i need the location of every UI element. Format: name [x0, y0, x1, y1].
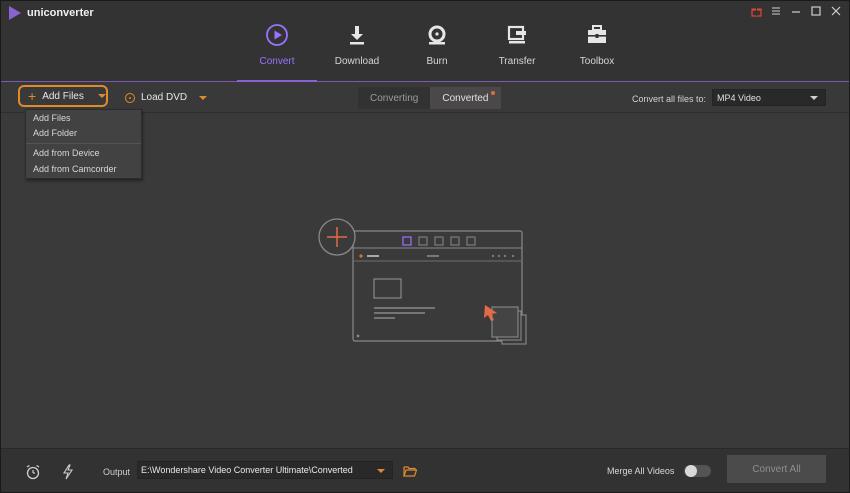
- menu-divider: [26, 143, 141, 144]
- minimize-icon[interactable]: [789, 4, 803, 18]
- menu-icon[interactable]: [769, 4, 783, 18]
- add-files-label: Add Files: [42, 90, 84, 102]
- nav-convert[interactable]: Convert: [237, 15, 317, 82]
- menu-item-add-folder[interactable]: Add Folder: [33, 128, 77, 138]
- folder-icon[interactable]: [403, 464, 418, 482]
- burn-icon: [423, 21, 451, 49]
- add-files-menu: Add Files Add Folder Add from Device Add…: [25, 109, 142, 179]
- top-bar: uniconverter Convert Download Burn Trans…: [1, 1, 849, 82]
- tab-converted[interactable]: Converted: [430, 87, 501, 109]
- nav-transfer[interactable]: Transfer: [477, 15, 557, 81]
- add-files-button[interactable]: + Add Files: [18, 85, 108, 107]
- load-dvd-button[interactable]: Load DVD: [125, 92, 208, 103]
- transfer-icon: [503, 21, 531, 49]
- nav-transfer-label: Transfer: [498, 56, 536, 67]
- chevron-down-icon[interactable]: [97, 94, 106, 98]
- gift-icon[interactable]: [749, 4, 763, 18]
- nav-burn[interactable]: Burn: [397, 15, 477, 81]
- output-format-select[interactable]: MP4 Video: [712, 89, 826, 106]
- chevron-down-icon: [377, 469, 385, 473]
- nav-download[interactable]: Download: [317, 15, 397, 81]
- nav-toolbox-label: Toolbox: [579, 56, 615, 67]
- app-name: uniconverter: [27, 7, 94, 19]
- chevron-down-icon[interactable]: [199, 95, 208, 100]
- menu-item-add-from-device[interactable]: Add from Device: [33, 148, 100, 158]
- load-dvd-label: Load DVD: [141, 92, 188, 103]
- maximize-icon[interactable]: [809, 4, 823, 18]
- output-path-value: E:\Wondershare Video Converter Ultimate\…: [141, 465, 353, 475]
- nav-burn-label: Burn: [426, 56, 448, 67]
- toolbox-icon: [583, 21, 611, 49]
- app-logo: uniconverter: [9, 6, 94, 20]
- app-window: uniconverter Convert Download Burn Trans…: [0, 0, 850, 493]
- window-controls: [749, 4, 843, 18]
- nav-convert-label: Convert: [259, 56, 295, 67]
- chevron-down-icon: [810, 96, 818, 100]
- convert-icon: [263, 21, 291, 49]
- output-format-value: MP4 Video: [717, 92, 761, 103]
- close-icon[interactable]: [829, 4, 843, 18]
- menu-item-add-from-camcorder[interactable]: Add from Camcorder: [33, 164, 117, 174]
- empty-state-illustration[interactable]: [317, 217, 533, 351]
- convert-all-button[interactable]: Convert All: [727, 455, 826, 483]
- output-label: Output: [103, 467, 131, 477]
- convert-all-label: Convert all files to:: [632, 94, 707, 104]
- nav-toolbox[interactable]: Toolbox: [557, 15, 637, 81]
- menu-item-add-files[interactable]: Add Files: [33, 113, 71, 123]
- tab-converted-label: Converted: [442, 92, 489, 104]
- main-nav: Convert Download Burn Transfer Toolbox: [237, 15, 637, 82]
- logo-icon: [9, 6, 21, 20]
- merge-all-videos-toggle[interactable]: [684, 465, 711, 477]
- alarm-clock-icon[interactable]: [25, 464, 41, 480]
- output-path-select[interactable]: E:\Wondershare Video Converter Ultimate\…: [137, 461, 393, 479]
- dvd-icon: [125, 92, 135, 103]
- lightning-icon[interactable]: [60, 464, 76, 480]
- merge-all-videos-label: Merge All Videos: [607, 466, 675, 476]
- tab-converting[interactable]: Converting: [358, 87, 431, 109]
- download-icon: [343, 21, 371, 49]
- notification-dot: [490, 91, 495, 95]
- plus-icon: +: [28, 88, 37, 104]
- nav-download-label: Download: [334, 56, 380, 67]
- status-tabs: Converting Converted: [358, 87, 501, 109]
- toggle-knob: [685, 465, 697, 477]
- bottom-bar: Output E:\Wondershare Video Converter Ul…: [1, 448, 849, 492]
